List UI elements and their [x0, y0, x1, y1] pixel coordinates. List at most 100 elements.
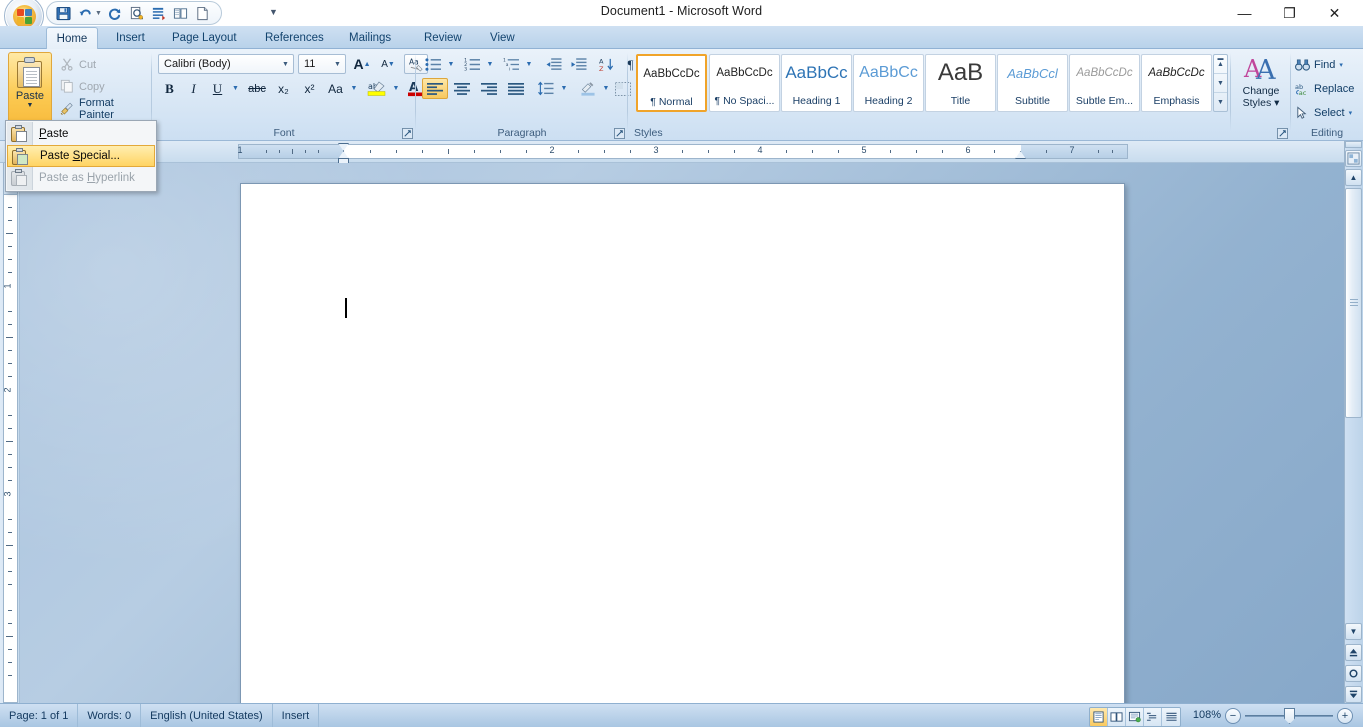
align-center-button[interactable]	[449, 78, 475, 99]
bold-label: B	[165, 81, 174, 97]
previous-page-button[interactable]	[1345, 644, 1362, 661]
styles-more-button[interactable]: ▼▬	[1214, 93, 1227, 111]
vertical-scrollbar[interactable]: ▲ ▼	[1344, 141, 1363, 703]
zoom-slider[interactable]: − +	[1225, 708, 1353, 724]
minimize-button[interactable]: —	[1222, 0, 1267, 26]
horizontal-ruler[interactable]: 1 2 3 4 5 6 7	[0, 141, 1344, 163]
highlight-dropdown-arrow[interactable]: ▼	[390, 78, 402, 99]
select-dropdown-arrow[interactable]: ▾	[1349, 109, 1353, 117]
numbering-dropdown-arrow[interactable]: ▼	[484, 54, 496, 75]
style-no-spacing[interactable]: AaBbCcDc ¶ No Spaci...	[709, 54, 780, 112]
justify-button[interactable]	[503, 78, 529, 99]
decrease-indent-button[interactable]	[542, 54, 566, 75]
tab-insert[interactable]: Insert	[104, 27, 157, 49]
shrink-font-button[interactable]: A▼	[376, 54, 400, 74]
full-screen-reading-view-button[interactable]	[1108, 708, 1126, 726]
replace-button[interactable]: ab ac Replace	[1293, 78, 1361, 100]
ribbon-group-paragraph: ▼ 1 2 3 ▼ 1 a i ▼	[416, 49, 628, 141]
select-button[interactable]: Select ▾	[1293, 102, 1361, 124]
font-family-combobox[interactable]: Calibri (Body) ▼	[158, 54, 294, 74]
line-spacing-button[interactable]	[534, 78, 558, 99]
draft-view-button[interactable]	[1162, 708, 1180, 726]
line-spacing-dropdown-arrow[interactable]: ▼	[558, 78, 570, 99]
tab-page-layout[interactable]: Page Layout	[160, 27, 249, 49]
document-canvas[interactable]	[20, 163, 1344, 703]
page-indicator[interactable]: Page: 1 of 1	[0, 704, 78, 727]
increase-indent-button[interactable]	[567, 54, 591, 75]
align-left-button[interactable]	[422, 78, 448, 99]
styles-dialog-launcher-icon[interactable]	[1276, 127, 1288, 139]
web-layout-view-button[interactable]	[1126, 708, 1144, 726]
restore-button[interactable]: ❐	[1267, 0, 1312, 26]
format-painter-button[interactable]: Format Painter	[56, 98, 152, 120]
style-heading-2[interactable]: AaBbCc Heading 2	[853, 54, 924, 112]
select-browse-object-button[interactable]	[1345, 665, 1362, 682]
split-window-handle[interactable]	[1345, 141, 1362, 148]
style-subtle-emphasis[interactable]: AaBbCcDc Subtle Em...	[1069, 54, 1140, 112]
tab-review[interactable]: Review	[412, 27, 474, 49]
menu-item-paste[interactable]: Paste	[7, 123, 155, 145]
document-page[interactable]	[240, 183, 1125, 703]
style-subtitle[interactable]: AaBbCcl Subtitle	[997, 54, 1068, 112]
tab-references[interactable]: References	[253, 27, 336, 49]
sort-button[interactable]: A Z	[595, 54, 618, 75]
language-indicator[interactable]: English (United States)	[141, 704, 273, 727]
scrollbar-thumb[interactable]	[1345, 188, 1362, 418]
tab-mailings[interactable]: Mailings	[337, 27, 403, 49]
multilevel-list-dropdown-arrow[interactable]: ▼	[523, 54, 535, 75]
scroll-up-button[interactable]: ▲	[1345, 169, 1362, 186]
change-styles-button[interactable]: A A Change Styles ▾	[1234, 52, 1288, 130]
tab-view[interactable]: View	[478, 27, 527, 49]
menu-item-paste-special-label-pre: Paste	[40, 150, 73, 162]
strikethrough-button[interactable]: abc	[244, 78, 270, 99]
zoom-slider-thumb[interactable]	[1284, 708, 1295, 724]
zoom-in-button[interactable]: +	[1337, 708, 1353, 724]
change-case-dropdown-arrow[interactable]: ▼	[348, 78, 360, 99]
italic-button[interactable]: I	[182, 78, 205, 99]
view-ruler-button[interactable]	[1345, 150, 1362, 167]
numbering-button[interactable]: 1 2 3	[461, 54, 484, 75]
find-button[interactable]: Find ▾	[1293, 54, 1361, 76]
bullets-dropdown-arrow[interactable]: ▼	[445, 54, 457, 75]
insert-mode-indicator[interactable]: Insert	[273, 704, 320, 727]
style-title[interactable]: AaB Title	[925, 54, 996, 112]
align-right-button[interactable]	[476, 78, 502, 99]
multilevel-list-button[interactable]: 1 a i	[500, 54, 523, 75]
outline-view-button[interactable]	[1144, 708, 1162, 726]
change-case-button[interactable]: Aa	[323, 78, 348, 99]
tab-home[interactable]: Home	[46, 27, 98, 49]
grow-font-button[interactable]: A▲	[350, 54, 374, 74]
paste-dropdown-arrow[interactable]: ▼	[27, 102, 34, 109]
print-layout-view-button[interactable]	[1090, 708, 1108, 726]
subscript-button[interactable]: x₂	[271, 78, 296, 99]
shading-dropdown-arrow[interactable]: ▼	[600, 78, 612, 99]
style-emphasis[interactable]: AaBbCcDc Emphasis	[1141, 54, 1212, 112]
style-preview: AaBbCc	[854, 55, 923, 91]
font-size-combobox[interactable]: 11 ▼	[298, 54, 346, 74]
shading-button[interactable]	[576, 78, 600, 99]
style-heading-1[interactable]: AaBbCc Heading 1	[781, 54, 852, 112]
underline-button[interactable]: U	[206, 78, 229, 99]
next-page-button[interactable]	[1345, 686, 1362, 703]
paragraph-dialog-launcher-icon[interactable]	[613, 127, 625, 139]
styles-scroll-down-button[interactable]: ▼	[1214, 74, 1227, 93]
bold-button[interactable]: B	[158, 78, 181, 99]
style-normal[interactable]: AaBbCcDc ¶ Normal	[636, 54, 707, 112]
font-dialog-launcher-icon[interactable]	[401, 127, 413, 139]
word-count[interactable]: Words: 0	[78, 704, 141, 727]
font-size-dropdown-arrow[interactable]: ▼	[330, 61, 345, 68]
paste-button[interactable]: Paste ▼	[8, 52, 52, 130]
zoom-out-button[interactable]: −	[1225, 708, 1241, 724]
text-highlight-color-button[interactable]: ab	[364, 78, 390, 99]
zoom-level-label[interactable]: 108%	[1193, 709, 1221, 721]
vertical-ruler[interactable]: 1 2 3	[0, 163, 20, 703]
superscript-button[interactable]: x²	[297, 78, 322, 99]
scroll-down-button[interactable]: ▼	[1345, 623, 1362, 640]
close-button[interactable]: ✕	[1312, 0, 1357, 26]
bullets-button[interactable]	[422, 54, 445, 75]
menu-item-paste-special[interactable]: Paste Special...	[7, 145, 155, 167]
font-family-dropdown-arrow[interactable]: ▼	[278, 61, 293, 68]
underline-dropdown-arrow[interactable]: ▼	[229, 78, 242, 99]
find-dropdown-arrow[interactable]: ▾	[1339, 61, 1343, 69]
styles-gallery-scroll[interactable]: ▲ ▼ ▼▬	[1213, 54, 1228, 112]
